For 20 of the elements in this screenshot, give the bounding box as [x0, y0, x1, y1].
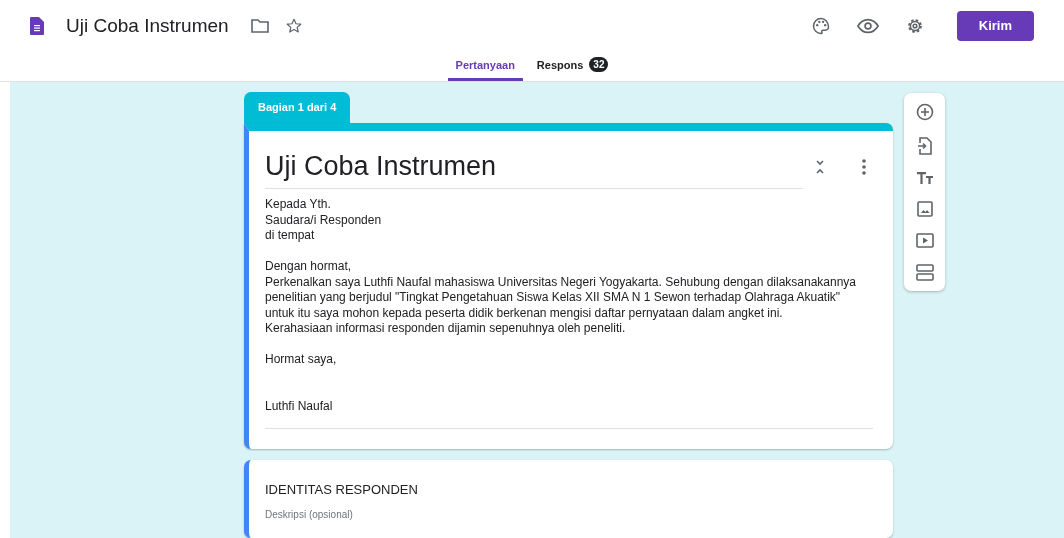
section-title[interactable]: IDENTITAS RESPONDEN [265, 482, 873, 497]
import-icon[interactable] [916, 137, 933, 155]
title-text-icon[interactable] [915, 171, 934, 185]
collapse-icon[interactable] [815, 159, 825, 174]
eye-icon[interactable] [856, 17, 879, 34]
form-description[interactable]: Kepada Yth. Saudara/i Responden di tempat Dengan hormat, Perkenalkan saya Luthfi Naufal mahasiswa Universitas Negeri Yogyakarta. Sehubung dengan dilaksanakannya penelitian yang berjudul "Tingkat Pengetahuan Siswa Kelas XII SMA N 1 Sewon terhadap Olahraga Akuatik" untuk itu saya mohon kepada peserta didik berkenan mengisi daftar pernyataan dalam angket ini. Kerahasiaan informasi responden dijamin sepenuhnya oleh peneliti. Hormat saya, Luthfi Naufal [265, 189, 873, 429]
folder-icon[interactable] [250, 18, 269, 33]
image-icon[interactable] [916, 201, 933, 217]
section-icon[interactable] [915, 264, 934, 281]
forms-logo-icon[interactable] [30, 16, 44, 35]
more-icon[interactable] [862, 158, 866, 175]
send-button[interactable]: Kirim [956, 10, 1034, 41]
form-title[interactable]: Uji Coba Instrumen [265, 151, 803, 182]
tab[interactable]: Respons 32 [528, 51, 617, 81]
palette-icon[interactable] [810, 15, 831, 36]
document-title[interactable]: Uji Coba Instrumen [66, 14, 229, 37]
video-icon[interactable] [915, 233, 934, 248]
add-question-icon[interactable] [915, 103, 934, 121]
count-badge: 32 [589, 57, 609, 73]
star-icon[interactable] [284, 16, 303, 35]
